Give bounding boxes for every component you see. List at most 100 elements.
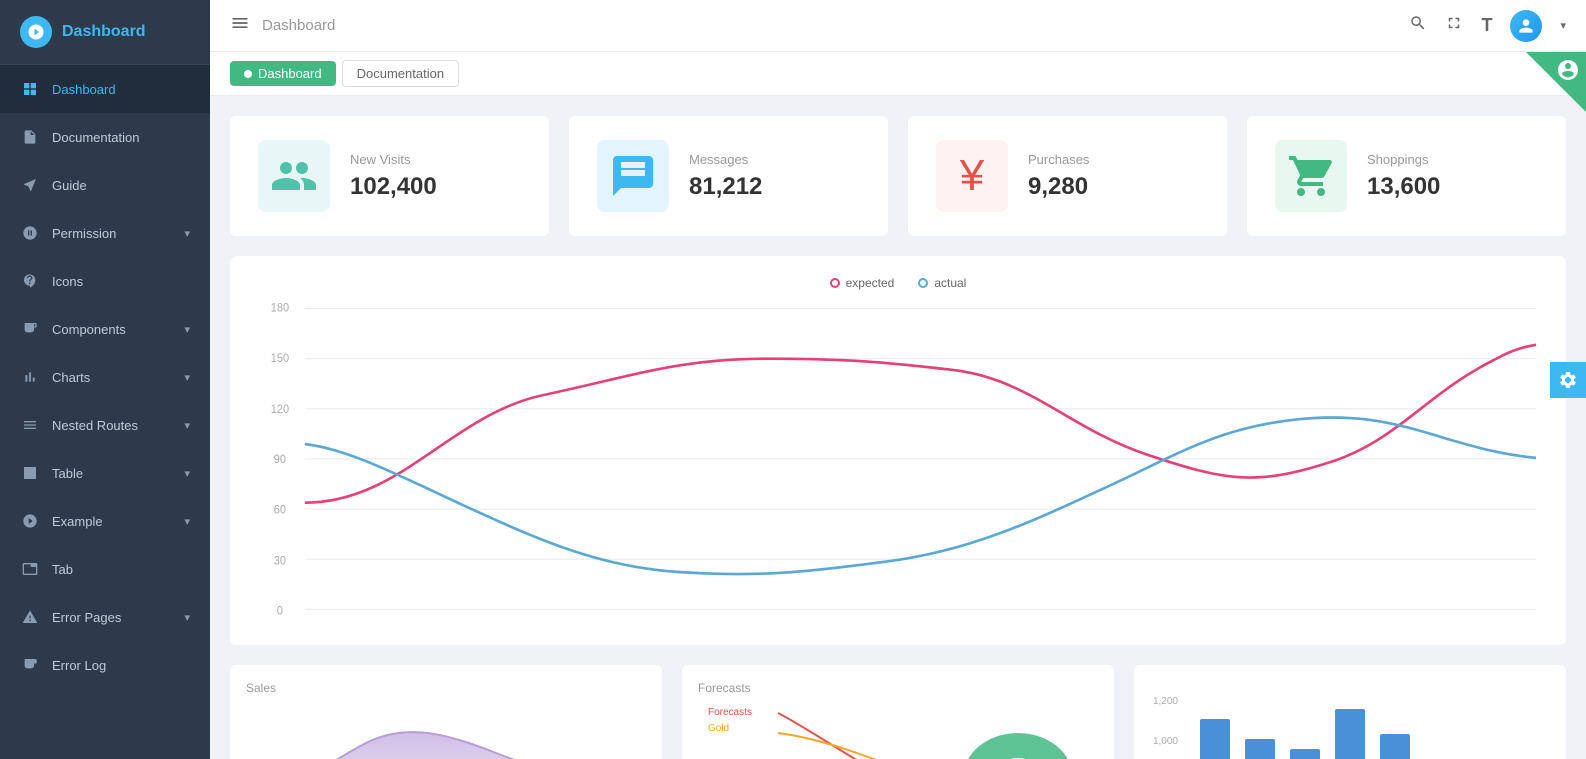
sidebar: Dashboard Dashboard Documentation Guide …	[0, 0, 210, 759]
sidebar-item-tab[interactable]: Tab	[0, 545, 210, 593]
sidebar-logo[interactable]: Dashboard	[0, 0, 210, 65]
stat-label-purchases: Purchases	[1028, 152, 1199, 167]
components-icon	[20, 319, 40, 339]
logo-icon	[20, 16, 52, 48]
sidebar-item-tab-label: Tab	[52, 562, 190, 577]
sidebar-item-icons[interactable]: Icons	[0, 257, 210, 305]
svg-text:0: 0	[277, 605, 283, 617]
legend-actual: actual	[918, 276, 966, 290]
sidebar-item-nested-routes-label: Nested Routes	[52, 418, 184, 433]
sidebar-item-permission[interactable]: Permission ▾	[0, 209, 210, 257]
stat-value-messages: 81,212	[689, 173, 860, 201]
sidebar-item-example-label: Example	[52, 514, 184, 529]
stat-label-shoppings: Shoppings	[1367, 152, 1538, 167]
sidebar-item-charts[interactable]: Charts ▾	[0, 353, 210, 401]
stats-row: New Visits 102,400 Messages 81,212	[230, 116, 1566, 236]
sidebar-item-table-label: Table	[52, 466, 184, 481]
svg-text:30: 30	[274, 555, 286, 567]
sidebar-item-dashboard-label: Dashboard	[52, 82, 190, 97]
text-size-icon[interactable]: T	[1481, 15, 1492, 36]
sidebar-item-table[interactable]: Table ▾	[0, 449, 210, 497]
forecasts-title: Forecasts	[698, 681, 1098, 695]
tab-documentation-label: Documentation	[357, 66, 444, 81]
stat-icon-new-visits	[258, 140, 330, 212]
stat-value-shoppings: 13,600	[1367, 173, 1538, 201]
stat-icon-purchases: ¥	[936, 140, 1008, 212]
svg-text:1,200: 1,200	[1153, 696, 1178, 707]
stat-value-purchases: 9,280	[1028, 173, 1199, 201]
avatar[interactable]	[1510, 10, 1542, 42]
sidebar-item-error-log-label: Error Log	[52, 658, 190, 673]
header-actions: T ▾	[1409, 10, 1566, 42]
svg-text:180: 180	[271, 302, 289, 314]
tab-documentation[interactable]: Documentation	[342, 60, 459, 87]
sales-title: Sales	[246, 681, 646, 695]
svg-text:120: 120	[271, 404, 289, 416]
sidebar-item-charts-label: Charts	[52, 370, 184, 385]
sidebar-item-nested-routes[interactable]: Nested Routes ▾	[0, 401, 210, 449]
table-chevron: ▾	[184, 467, 190, 480]
svg-text:Forecasts: Forecasts	[708, 707, 752, 718]
sidebar-item-error-log[interactable]: Error Log	[0, 641, 210, 689]
sidebar-item-components-label: Components	[52, 322, 184, 337]
permission-chevron: ▾	[184, 227, 190, 240]
sidebar-item-documentation-label: Documentation	[52, 130, 190, 145]
avatar-image	[1510, 10, 1542, 42]
settings-float-button[interactable]	[1550, 362, 1586, 398]
stat-card-shoppings: Shoppings 13,600	[1247, 116, 1566, 236]
stat-value-new-visits: 102,400	[350, 173, 521, 201]
legend-dot-expected	[830, 278, 840, 288]
stats-chart-svg: 1,200 1,000	[1150, 689, 1550, 759]
sidebar-item-permission-label: Permission	[52, 226, 184, 241]
components-chevron: ▾	[184, 323, 190, 336]
sidebar-item-guide[interactable]: Guide	[0, 161, 210, 209]
forecasts-chart-svg: Forecasts Gold	[698, 703, 1098, 759]
nested-routes-chevron: ▾	[184, 419, 190, 432]
stat-card-purchases: ¥ Purchases 9,280	[908, 116, 1227, 236]
sidebar-item-example[interactable]: Example ▾	[0, 497, 210, 545]
menu-icon[interactable]	[230, 13, 250, 38]
tab-dashboard[interactable]: Dashboard	[230, 61, 336, 86]
stat-icon-shoppings	[1275, 140, 1347, 212]
stat-label-new-visits: New Visits	[350, 152, 521, 167]
svg-text:150: 150	[271, 353, 289, 365]
sidebar-item-error-pages-label: Error Pages	[52, 610, 184, 625]
sidebar-item-dashboard[interactable]: Dashboard	[0, 65, 210, 113]
error-pages-icon	[20, 607, 40, 627]
chart-legend: expected actual	[250, 276, 1546, 290]
avatar-dropdown-arrow[interactable]: ▾	[1560, 19, 1566, 32]
dashboard-icon	[20, 79, 40, 99]
stat-icon-messages	[597, 140, 669, 212]
stat-info-new-visits: New Visits 102,400	[350, 152, 521, 201]
sales-chart-svg	[246, 703, 646, 759]
svg-text:Gold: Gold	[708, 723, 729, 734]
example-icon	[20, 511, 40, 531]
example-chevron: ▾	[184, 515, 190, 528]
tab-icon	[20, 559, 40, 579]
charts-chevron: ▾	[184, 371, 190, 384]
stat-card-new-visits: New Visits 102,400	[230, 116, 549, 236]
error-log-icon	[20, 655, 40, 675]
search-icon[interactable]	[1409, 14, 1427, 37]
charts-icon	[20, 367, 40, 387]
stat-label-messages: Messages	[689, 152, 860, 167]
stat-info-shoppings: Shoppings 13,600	[1367, 152, 1538, 201]
sidebar-item-components[interactable]: Components ▾	[0, 305, 210, 353]
sidebar-item-error-pages[interactable]: Error Pages ▾	[0, 593, 210, 641]
line-chart-svg: 0 30 60 90 120 150 180	[250, 300, 1546, 620]
header-title: Dashboard	[262, 17, 1409, 34]
guide-icon	[20, 175, 40, 195]
stat-info-purchases: Purchases 9,280	[1028, 152, 1199, 201]
documentation-icon	[20, 127, 40, 147]
breadcrumb-bar: Dashboard Documentation	[210, 52, 1586, 96]
stat-info-messages: Messages 81,212	[689, 152, 860, 201]
sidebar-item-documentation[interactable]: Documentation	[0, 113, 210, 161]
fullscreen-icon[interactable]	[1445, 14, 1463, 37]
svg-text:60: 60	[274, 504, 286, 516]
bottom-charts: Sales Forecasts Forecasts Gold	[230, 665, 1566, 759]
line-chart-card: expected actual 0 30 60 90 120 150 180	[230, 256, 1566, 645]
svg-text:90: 90	[274, 454, 286, 466]
table-icon	[20, 463, 40, 483]
permission-icon	[20, 223, 40, 243]
header: Dashboard T ▾	[210, 0, 1586, 52]
